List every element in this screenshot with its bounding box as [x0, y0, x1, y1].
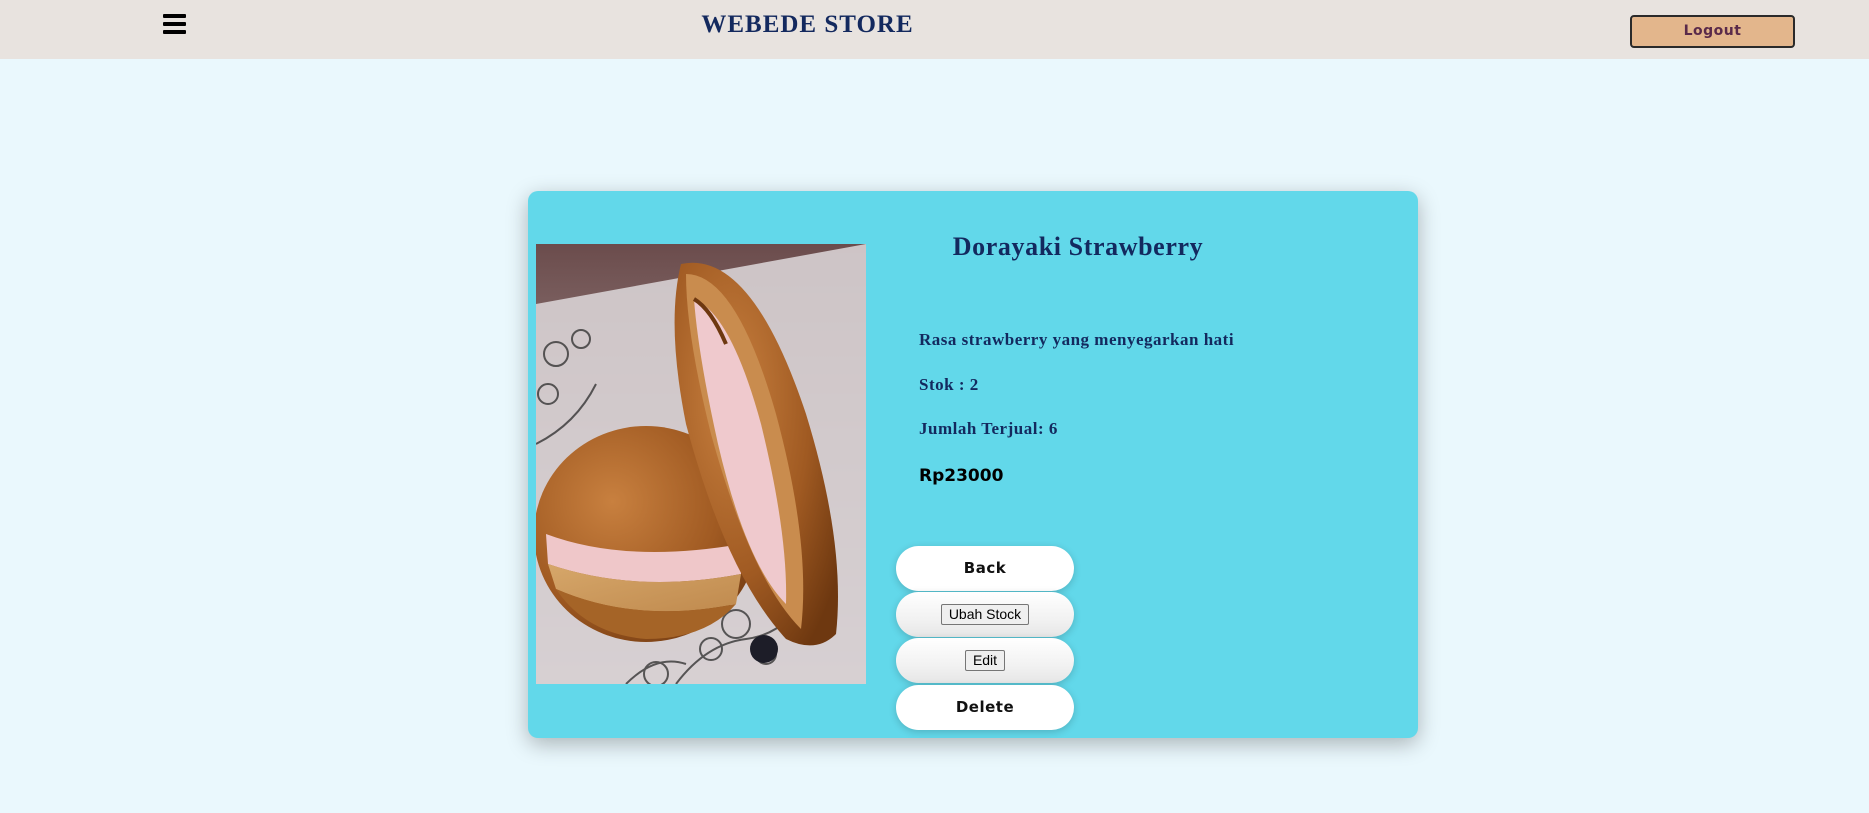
- logout-button[interactable]: Logout: [1630, 15, 1795, 48]
- back-button[interactable]: Back: [896, 546, 1074, 591]
- product-card: Dorayaki Strawberry Rasa strawberry yang…: [528, 191, 1418, 738]
- product-sold-count: Jumlah Terjual: 6: [919, 419, 1058, 438]
- edit-button[interactable]: Edit: [964, 650, 1006, 671]
- product-image: [536, 244, 866, 684]
- product-description: Rasa strawberry yang menyegarkan hati: [919, 330, 1235, 349]
- change-stock-button[interactable]: Ubah Stock: [940, 604, 1030, 625]
- product-price: Rp23000: [919, 466, 1004, 486]
- product-stock: Stok : 2: [919, 375, 979, 394]
- hamburger-menu-icon[interactable]: [161, 11, 189, 37]
- delete-button[interactable]: Delete: [896, 685, 1074, 730]
- edit-container: Edit: [896, 638, 1074, 683]
- product-name: Dorayaki Strawberry: [952, 232, 1204, 261]
- change-stock-container: Ubah Stock: [896, 592, 1074, 637]
- navbar: WEBEDE STORE Logout: [0, 0, 1869, 59]
- brand-title: WEBEDE STORE: [701, 11, 914, 38]
